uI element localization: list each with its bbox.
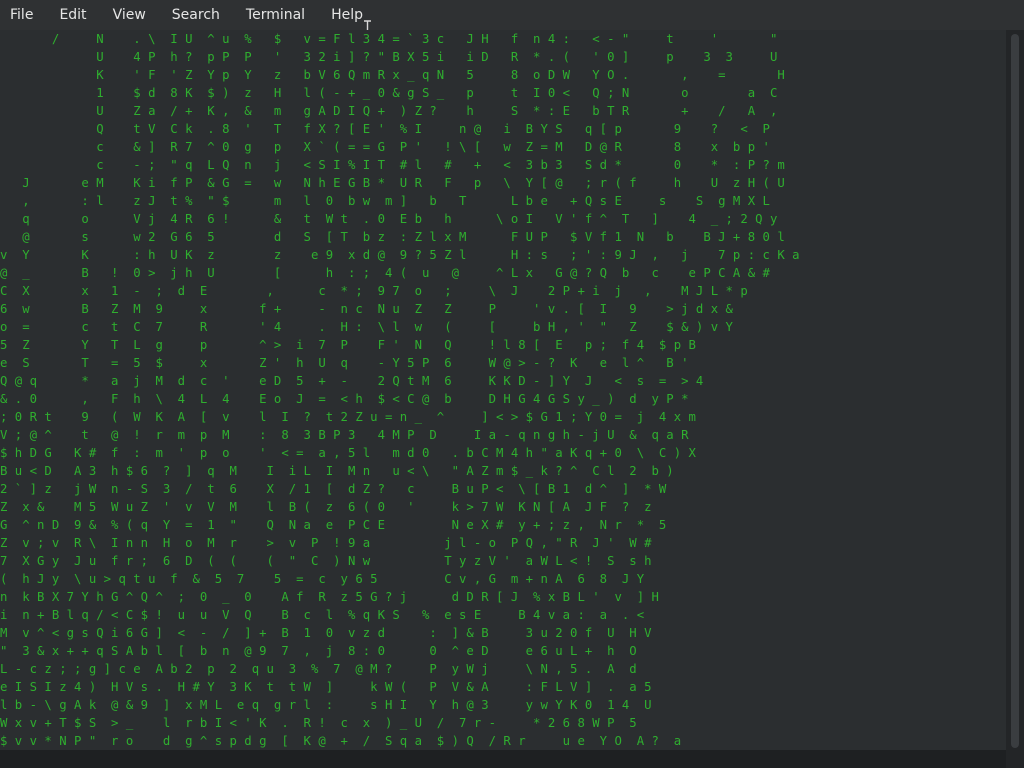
terminal-line: e I S I z 4 ) H V s . H # Y 3 K t t W ] … xyxy=(0,680,652,694)
terminal-line: @ s w 2 G 6 5 d S [ T b z : Z l x M F U … xyxy=(0,230,785,244)
terminal-line: G ^ n D 9 & % ( q Y = 1 " Q N a e P C E … xyxy=(0,518,667,532)
terminal-output[interactable]: / N . \ I U ^ u % $ v = F l 3 4 = ` 3 c … xyxy=(0,30,1006,750)
terminal-line: M v ^ < g s Q i 6 G ] < - / ] + B 1 0 v … xyxy=(0,626,652,640)
terminal-line: Q @ q * a j M d c ' e D 5 + - 2 Q t M 6 … xyxy=(0,374,704,388)
terminal-line: o = c t C 7 R ' 4 . H : \ l w ( [ b H , … xyxy=(0,320,733,334)
terminal-line: c & ] R 7 ^ 0 g p X ` ( = = G P ' ! \ [ … xyxy=(0,140,770,154)
terminal-line: 2 ` ] z j W n - S 3 / t 6 X / 1 [ d Z ? … xyxy=(0,482,667,496)
terminal-line: $ h D G K # f : m ' p o ' < = a , 5 l m … xyxy=(0,446,696,460)
terminal-line: U Z a / + K , & m g A D I Q + ) Z ? h S … xyxy=(0,104,778,118)
terminal-line: C X x 1 - ; d E , c * ; 9 7 o ; \ J 2 P … xyxy=(0,284,748,298)
terminal-line: $ v v * N P " r o d g ^ s p d g [ K @ + … xyxy=(0,734,682,748)
terminal-line: Z x & M 5 W u Z ' v V M l B ( z 6 ( 0 ' … xyxy=(0,500,652,514)
window-bottom-edge xyxy=(0,750,1006,768)
menu-search[interactable]: Search xyxy=(159,0,233,30)
terminal-line: " 3 & x + + q S A b l [ b n @ 9 7 , j 8 … xyxy=(0,644,637,658)
menu-file[interactable]: File xyxy=(0,0,46,30)
terminal-line: 1 $ d 8 K $ ) z H l ( - + _ 0 & g S _ p … xyxy=(0,86,778,100)
terminal-line: 6 w B Z M 9 x f + - n c N u Z Z P ' v . … xyxy=(0,302,733,316)
terminal-line: 5 Z Y T L g p ^ > i 7 P F ' N Q ! l 8 [ … xyxy=(0,338,696,352)
terminal-line: Q t V C k . 8 ' T f X ? [ E ' % I n @ i … xyxy=(0,122,770,136)
menu-edit[interactable]: Edit xyxy=(46,0,99,30)
terminal-line: 7 X G y J u f r ; 6 D ( ( ( " C ) N w T … xyxy=(0,554,652,568)
terminal-line: i n + B l q / < C $ ! u u V Q B c l % q … xyxy=(0,608,645,622)
terminal-line: e S T = 5 $ x Z ' h U q - Y 5 P 6 W @ > … xyxy=(0,356,689,370)
terminal-line: , : l z J t % " $ m l 0 b w m ] b T L b … xyxy=(0,194,770,208)
menu-terminal[interactable]: Terminal xyxy=(233,0,318,30)
terminal-line: l b - \ g A k @ & 9 ] x M L e q g r l : … xyxy=(0,698,652,712)
terminal-line: U 4 P h ? p P P ' 3 2 i ] ? " B X 5 i i … xyxy=(0,50,778,64)
terminal-line: K ' F ' Z Y p Y z b V 6 Q m R x _ q N 5 … xyxy=(0,68,785,82)
menu-view[interactable]: View xyxy=(100,0,159,30)
menu-bar: File Edit View Search Terminal Help xyxy=(0,0,1024,30)
terminal-line: L - c z ; ; g ] c e A b 2 p 2 q u 3 % 7 … xyxy=(0,662,637,676)
terminal-line: ( h J y \ u > q t u f & 5 7 5 = c y 6 5 … xyxy=(0,572,645,586)
scrollbar-thumb[interactable] xyxy=(1011,34,1019,748)
terminal-line: c - ; " q L Q n j < S I % I T # l # + < … xyxy=(0,158,785,172)
terminal-line: V ; @ ^ t @ ! r m p M : 8 3 B P 3 4 M P … xyxy=(0,428,689,442)
terminal-line: v Y K : h U K z z e 9 x d @ 9 ? 5 Z l H … xyxy=(0,248,800,262)
terminal-line: & . 0 , F h \ 4 L 4 E o J = < h $ < C @ … xyxy=(0,392,689,406)
terminal-line: J e M K i f P & G = w N h E G B * U R F … xyxy=(0,176,785,190)
terminal-line: ; 0 R t 9 ( W K A [ v l I ? t 2 Z u = n … xyxy=(0,410,696,424)
terminal-line: n k B X 7 Y h G ^ Q ^ ; 0 _ 0 A f R z 5 … xyxy=(0,590,659,604)
terminal-line: B u < D A 3 h $ 6 ? ] q M I i L I M n u … xyxy=(0,464,674,478)
terminal-line: q o V j 4 R 6 ! & t W t . 0 E b h \ o I … xyxy=(0,212,778,226)
terminal-line: W x v + T $ S > _ l r b I < ' K . R ! c … xyxy=(0,716,637,730)
terminal-scrollbar[interactable] xyxy=(1006,30,1024,768)
terminal-line: Z v ; v R \ I n n H o M r > v P ! 9 a j … xyxy=(0,536,652,550)
terminal-line: @ _ B ! 0 > j h U [ h : ; 4 ( u @ ^ L x … xyxy=(0,266,770,280)
terminal-line: / N . \ I U ^ u % $ v = F l 3 4 = ` 3 c … xyxy=(0,32,778,46)
